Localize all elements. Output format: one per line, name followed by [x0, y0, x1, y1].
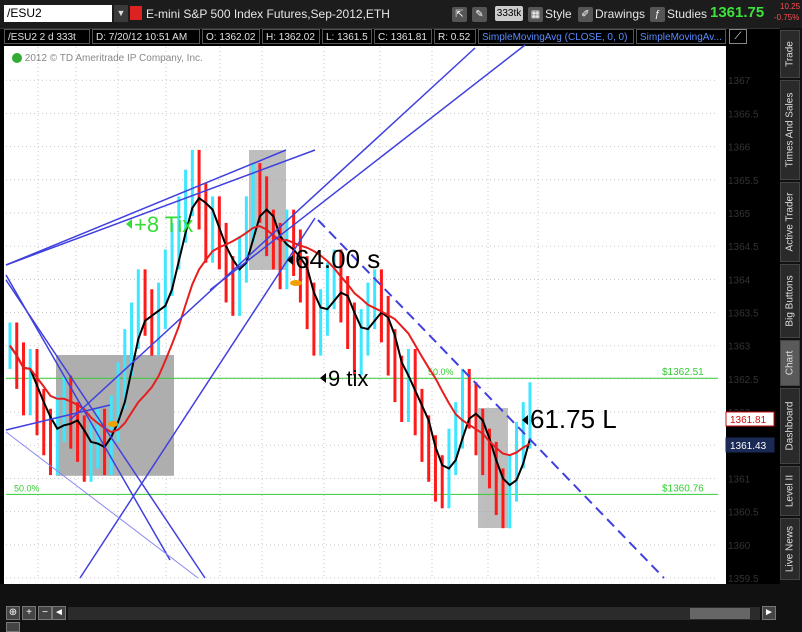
trend-line: [5, 149, 287, 266]
scroll-left-button[interactable]: ◄: [52, 606, 66, 620]
expand-button[interactable]: [6, 622, 20, 632]
tab-times-and-sales[interactable]: Times And Sales: [780, 80, 800, 180]
y-tick-label: 1366.5: [728, 109, 759, 120]
price-label-value: 1361.43: [730, 441, 767, 452]
copyright-notice: 2012 © TD Ameritrade IP Company, Inc.: [12, 53, 203, 64]
tab-big-buttons[interactable]: Big Buttons: [780, 264, 800, 338]
tab-live-news[interactable]: Live News: [780, 518, 800, 580]
y-tick-label: 1365.5: [728, 176, 759, 187]
fib-level-label: 50.0%: [14, 483, 40, 493]
y-tick-label: 1362.5: [728, 375, 759, 386]
tab-dashboard[interactable]: Dashboard: [780, 388, 800, 464]
y-tick-label: 1365: [728, 209, 751, 220]
fib-value-label: $1362.51: [662, 367, 704, 378]
y-tick-label: 1360.5: [728, 508, 759, 519]
order-marker-icon: [290, 280, 302, 286]
zoom-out-button[interactable]: −: [38, 606, 52, 620]
tab-trade[interactable]: Trade: [780, 30, 800, 78]
y-tick-label: 1364: [728, 275, 751, 286]
chart-canvas[interactable]: 1367 1366.5 1366 1365.5 1365 1364.5 1364 1363.5…: [0, 0, 802, 632]
zoom-in-button[interactable]: ⊕: [6, 606, 20, 620]
order-marker-icon: [108, 421, 118, 427]
chart-annotation: 64.00 s: [295, 244, 380, 274]
tda-logo-icon: [12, 53, 22, 64]
y-tick-label: 1367: [728, 76, 751, 87]
y-tick-label: 1360: [728, 541, 751, 552]
tab-active-trader[interactable]: Active Trader: [780, 182, 800, 262]
y-tick-label: 1366: [728, 143, 751, 154]
y-tick-label: 1363.5: [728, 309, 759, 320]
scroll-right-button[interactable]: ►: [762, 606, 776, 620]
copyright-text: 2012 © TD Ameritrade IP Company, Inc.: [24, 53, 203, 64]
y-tick-label: 1363: [728, 342, 751, 353]
chart-annotation: +8 Tix: [134, 212, 193, 237]
y-tick-label: 1361: [728, 474, 751, 485]
chart-annotation: 9 tix: [328, 366, 368, 391]
tab-level-ii[interactable]: Level II: [780, 466, 800, 516]
highlight-box: [56, 355, 174, 476]
annotation-marker-icon: [320, 373, 326, 383]
y-tick-label: 1364.5: [728, 242, 759, 253]
scrollbar-thumb[interactable]: [690, 608, 750, 619]
price-label-value: 1361.81: [730, 415, 767, 426]
zoom-plus-button[interactable]: +: [22, 606, 36, 620]
horizontal-scrollbar[interactable]: [68, 607, 760, 620]
chart-annotation: 61.75 L: [530, 404, 617, 434]
fib-value-label: $1360.76: [662, 483, 704, 494]
tab-chart[interactable]: Chart: [780, 340, 800, 386]
